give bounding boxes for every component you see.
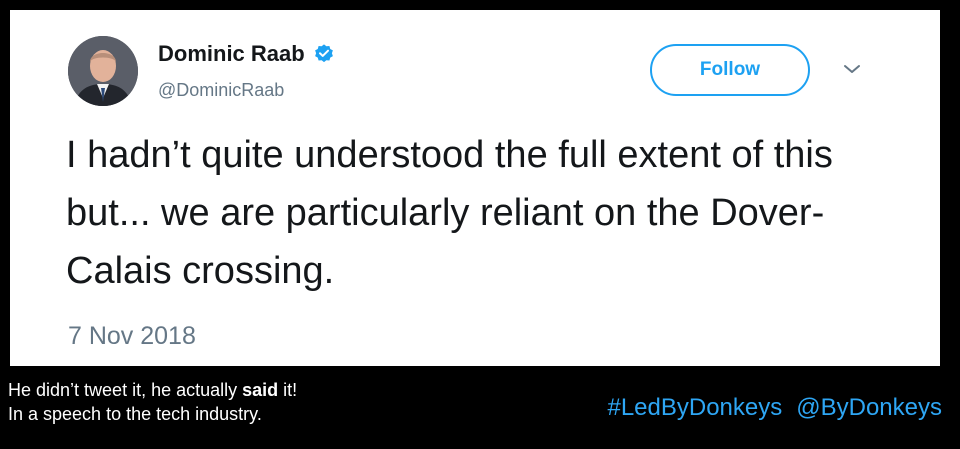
tweet-card: Dominic Raab @DominicRaab Follow I hadn’… (10, 10, 940, 366)
caption-emphasis: said (242, 380, 279, 400)
caption-line-1: He didn’t tweet it, he actually said it! (8, 378, 297, 402)
caption-text-before: He didn’t tweet it, he actually (8, 380, 243, 400)
display-name-row: Dominic Raab (158, 40, 335, 68)
follow-button[interactable]: Follow (650, 44, 810, 96)
display-name[interactable]: Dominic Raab (158, 41, 305, 67)
avatar[interactable] (68, 36, 138, 106)
avatar-photo (68, 36, 138, 106)
caption: He didn’t tweet it, he actually said it!… (8, 378, 297, 426)
hashtags: #LedByDonkeys @ByDonkeys (607, 394, 942, 422)
verified-badge-icon (314, 44, 333, 63)
handle[interactable]: @DominicRaab (158, 80, 284, 101)
mention-link[interactable]: @ByDonkeys (796, 394, 942, 421)
caption-text-after: it! (278, 380, 298, 400)
chevron-down-icon[interactable] (842, 62, 862, 76)
caption-line-2: In a speech to the tech industry. (8, 404, 262, 424)
hashtag-link[interactable]: #LedByDonkeys (607, 394, 782, 421)
tweet-text: I hadn’t quite understood the full exten… (66, 134, 833, 292)
tweet-date[interactable]: 7 Nov 2018 (68, 322, 196, 351)
